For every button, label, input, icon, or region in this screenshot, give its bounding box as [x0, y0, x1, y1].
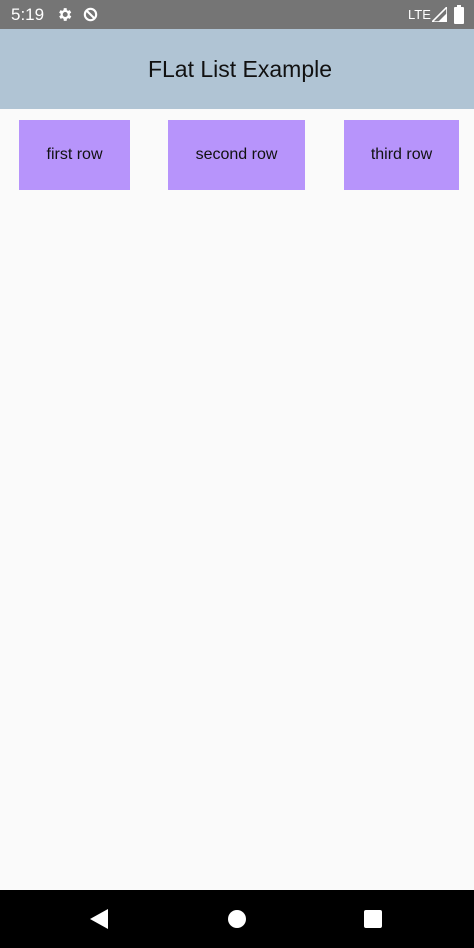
list-item-label: first row [46, 146, 103, 163]
list-item-label: third row [370, 146, 433, 163]
gear-icon [56, 6, 73, 23]
home-icon[interactable] [222, 904, 252, 934]
list-item-second[interactable]: second row [168, 120, 305, 190]
signal-icon [432, 7, 447, 22]
list-item-third[interactable]: third row [344, 120, 459, 190]
navigation-bar [0, 890, 474, 948]
status-bar: 5:19 LTE [0, 0, 474, 29]
data-saver-icon [82, 6, 99, 23]
network-type-label: LTE [408, 7, 431, 22]
back-icon[interactable] [84, 904, 114, 934]
list-item-first[interactable]: first row [19, 120, 130, 190]
list-item-label: second row [195, 146, 278, 163]
header-title: FLat List Example [147, 55, 333, 82]
app-header: FLat List Example [0, 29, 474, 109]
recents-icon[interactable] [358, 904, 388, 934]
status-time: 5:19 [11, 5, 45, 24]
battery-icon [454, 5, 464, 24]
